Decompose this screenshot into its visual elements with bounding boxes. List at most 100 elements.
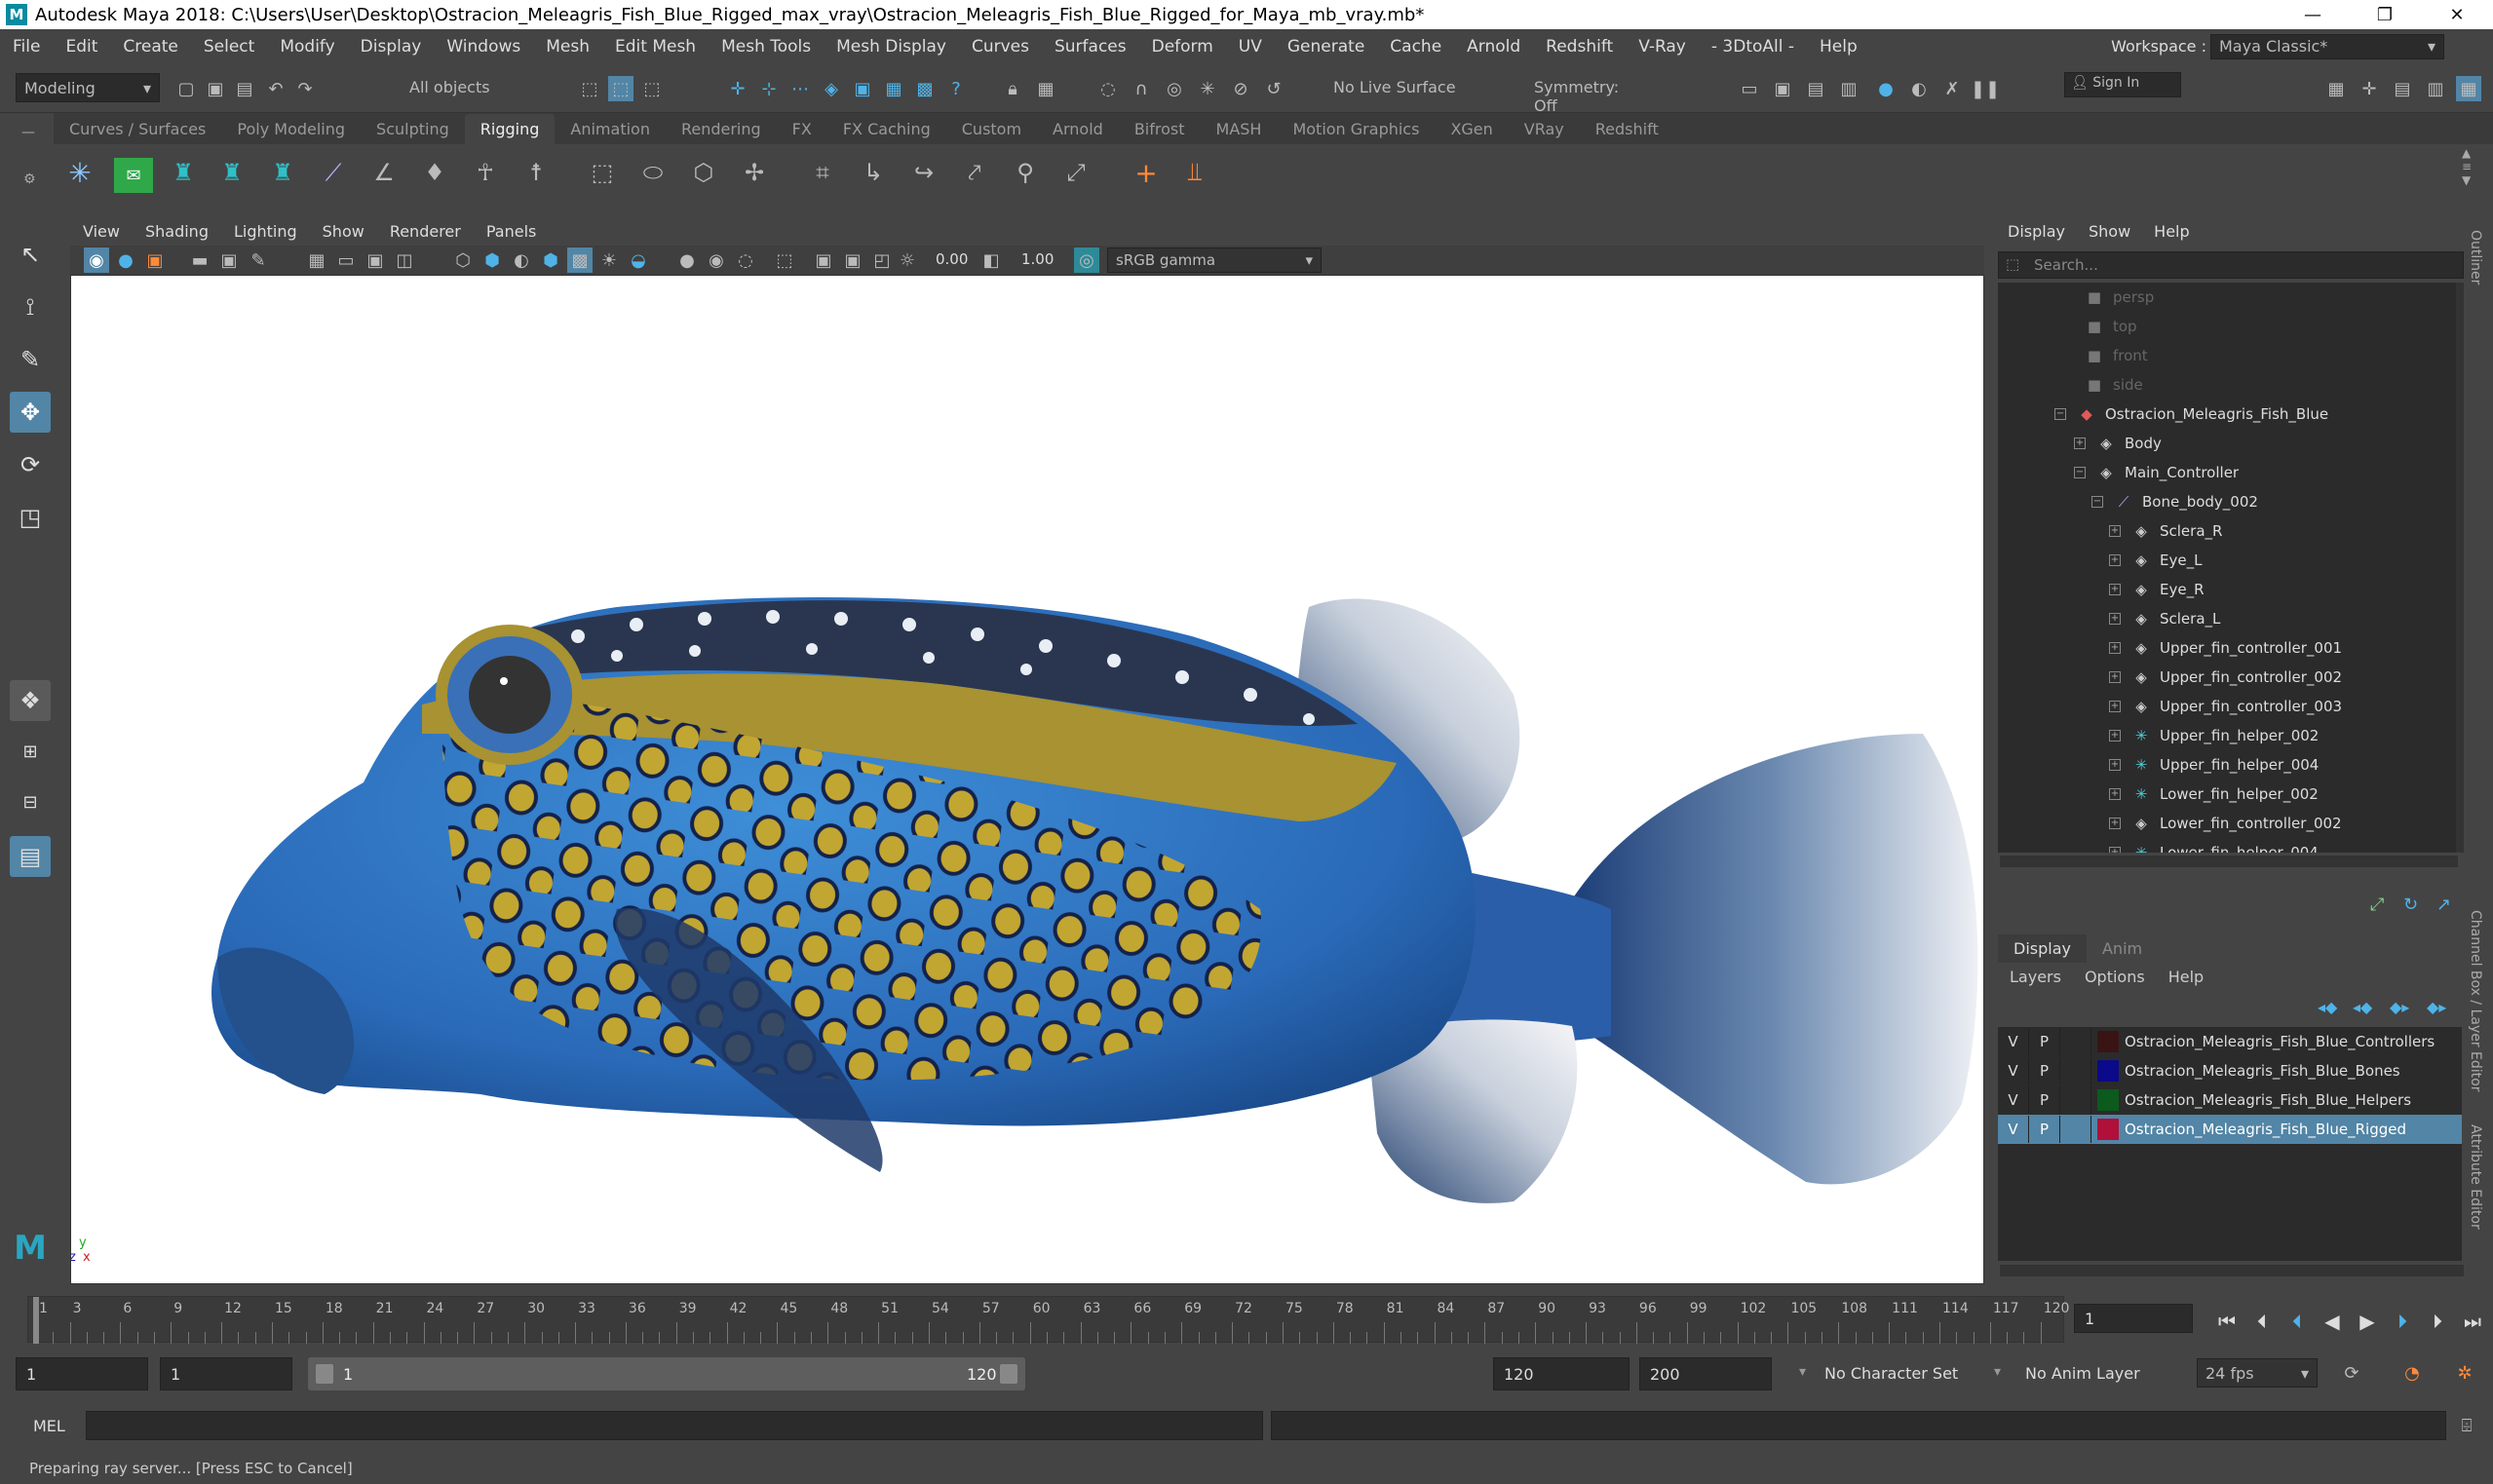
layer-display-type-toggle[interactable]: [2060, 1028, 2091, 1055]
layer-tab-display[interactable]: Display: [1998, 934, 2087, 963]
expand-icon[interactable]: +: [2109, 847, 2121, 853]
outliner-item[interactable]: + ◈ Sclera_L: [2109, 604, 2220, 633]
snap-live-icon[interactable]: ▣: [850, 76, 875, 101]
shelf-tab-vray[interactable]: VRay: [1509, 114, 1580, 144]
shelf-tab-fx-caching[interactable]: FX Caching: [827, 114, 946, 144]
menu-vray[interactable]: V-Ray: [1626, 37, 1699, 57]
close-button[interactable]: ✕: [2421, 0, 2493, 29]
viewport-menu-shading[interactable]: Shading: [133, 222, 221, 241]
move-layer-down-icon[interactable]: ◂◆: [2353, 998, 2372, 1016]
hypershade-icon[interactable]: ●: [1873, 76, 1899, 101]
go-to-end-icon[interactable]: ⏭: [2460, 1309, 2485, 1334]
shelf-tab-fx[interactable]: FX: [777, 114, 827, 144]
shelf-tab-bifrost[interactable]: Bifrost: [1119, 114, 1201, 144]
expand-icon[interactable]: +: [2109, 730, 2121, 742]
textured-icon[interactable]: ⬢: [538, 247, 563, 273]
depth-of-field-icon[interactable]: ◌: [733, 247, 758, 273]
layer-row[interactable]: V P Ostracion_Meleagris_Fish_Blue_Controll…: [1998, 1027, 2462, 1056]
select-object-icon[interactable]: ⬚: [608, 76, 633, 101]
layer-menu-help[interactable]: Help: [2157, 968, 2215, 986]
shelf-tab-redshift[interactable]: Redshift: [1580, 114, 1674, 144]
redo-icon[interactable]: ↷: [292, 76, 318, 101]
go-to-start-icon[interactable]: ⏮: [2214, 1309, 2240, 1334]
outliner-item[interactable]: + ✳ Lower_fin_helper_004: [2109, 838, 2319, 853]
workspace-dropdown[interactable]: Maya Classic* ▾: [2210, 34, 2444, 59]
create-joint-icon[interactable]: ✳: [67, 157, 93, 189]
locator-pin-icon[interactable]: ⫫: [1182, 158, 1208, 187]
move-layer-up-icon[interactable]: ◂◆: [2318, 998, 2337, 1016]
bookmark-icon[interactable]: ▣: [142, 247, 168, 273]
playback-start-field[interactable]: 1: [160, 1357, 292, 1390]
expand-icon[interactable]: +: [2109, 671, 2121, 683]
layer-playback-toggle[interactable]: P: [2029, 1116, 2060, 1143]
smooth-bind-icon[interactable]: ⬭: [640, 159, 666, 186]
mel-input[interactable]: [86, 1411, 1263, 1440]
pole-vector-icon[interactable]: ⤢: [1063, 159, 1089, 186]
history-icon[interactable]: ▦: [1033, 76, 1058, 101]
expand-icon[interactable]: +: [2109, 525, 2121, 537]
loop-icon[interactable]: ⟳: [2339, 1360, 2364, 1386]
mel-label[interactable]: MEL: [33, 1417, 65, 1435]
collapse-icon[interactable]: −: [2074, 467, 2086, 478]
toggle-panel-icon[interactable]: ▤: [2390, 76, 2415, 101]
wireframe-icon[interactable]: ⬡: [450, 247, 476, 273]
vray-icon[interactable]: ◐: [1906, 76, 1932, 101]
current-time-indicator[interactable]: [33, 1297, 39, 1344]
shelf-tab-sculpting[interactable]: Sculpting: [361, 114, 465, 144]
menu-modify[interactable]: Modify: [267, 37, 347, 57]
mirror-joint-icon[interactable]: ✉: [114, 158, 153, 193]
outliner-item[interactable]: − ◈ Main_Controller: [2074, 458, 2239, 487]
viewport-menu-renderer[interactable]: Renderer: [377, 222, 474, 241]
outliner-item[interactable]: ■ persp: [2084, 283, 2154, 312]
menu-mesh[interactable]: Mesh: [533, 37, 602, 57]
reflect-icon[interactable]: ↺: [1261, 76, 1286, 101]
shelf-tab-rigging[interactable]: Rigging: [464, 114, 556, 144]
motion-blur-icon[interactable]: ●: [674, 247, 700, 273]
outliner-search-input[interactable]: Search...: [1998, 251, 2464, 279]
expand-icon[interactable]: +: [2109, 818, 2121, 829]
outliner-menu-display[interactable]: Display: [1996, 222, 2077, 241]
layer-color-swatch[interactable]: [2097, 1089, 2119, 1111]
shelf-tab-xgen[interactable]: XGen: [1435, 114, 1508, 144]
menu-edit-mesh[interactable]: Edit Mesh: [602, 37, 709, 57]
shelf-tab-poly-modeling[interactable]: Poly Modeling: [221, 114, 361, 144]
menu-cache[interactable]: Cache: [1377, 37, 1454, 57]
rotate-tool-icon[interactable]: ⟳: [10, 444, 51, 485]
viewport-persp[interactable]: y z x: [70, 275, 1984, 1284]
orient-constraint-icon[interactable]: ⤤: [962, 159, 987, 186]
refresh-icon[interactable]: ↻: [2403, 894, 2418, 915]
camera-attributes-icon[interactable]: ●: [113, 247, 138, 273]
lattice-icon[interactable]: ⬡: [691, 159, 716, 186]
outliner-item[interactable]: ■ front: [2084, 341, 2148, 370]
menu-curves[interactable]: Curves: [959, 37, 1042, 57]
anim-layer-dropdown[interactable]: No Anim Layer: [2025, 1364, 2171, 1383]
snap-surface-icon[interactable]: ▦: [881, 76, 906, 101]
step-forward-frame-icon[interactable]: ⏵: [2390, 1309, 2415, 1334]
outliner-item[interactable]: + ◈ Eye_L: [2109, 546, 2202, 575]
shelf-tab-motion-graphics[interactable]: Motion Graphics: [1277, 114, 1435, 144]
outliner-horizontal-scrollbar[interactable]: [2000, 856, 2458, 867]
outliner-item[interactable]: + ✳ Upper_fin_helper_004: [2109, 750, 2319, 780]
toggle-panel-icon[interactable]: ▦: [2456, 76, 2481, 101]
xray-active-icon[interactable]: ◰: [869, 247, 895, 273]
outliner-item[interactable]: + ◈ Upper_fin_controller_002: [2109, 663, 2342, 692]
layout-outliner-icon[interactable]: ▤: [10, 836, 51, 877]
vray-ipr-icon[interactable]: ✗: [1939, 76, 1965, 101]
move-tool-icon[interactable]: ✥: [10, 392, 51, 433]
render-settings-icon[interactable]: ▥: [1836, 76, 1861, 101]
outliner-item[interactable]: + ◈ Upper_fin_controller_003: [2109, 692, 2342, 721]
layer-row[interactable]: V P Ostracion_Meleagris_Fish_Blue_Rigged: [1998, 1115, 2462, 1144]
timeline-track[interactable]: 1 3 6 9 12 15 18 21 24 27 30 33 36 39 42 45 48 51 54 57 60 63…: [27, 1296, 2069, 1344]
antialias-icon[interactable]: ◉: [704, 247, 729, 273]
menu-help[interactable]: Help: [1807, 37, 1870, 57]
new-layer-selected-icon[interactable]: ◆▸: [2427, 998, 2446, 1016]
grid-icon[interactable]: ▦: [304, 247, 329, 273]
selection-mask-dropdown[interactable]: All objects: [402, 73, 557, 102]
layer-visibility-toggle[interactable]: V: [1998, 1057, 2029, 1084]
layer-menu-layers[interactable]: Layers: [1998, 968, 2073, 986]
menu-generate[interactable]: Generate: [1275, 37, 1377, 57]
play-forward-icon[interactable]: ▶: [2355, 1309, 2380, 1334]
layer-playback-toggle[interactable]: P: [2029, 1028, 2060, 1055]
layer-visibility-toggle[interactable]: V: [1998, 1028, 2029, 1055]
expand-icon[interactable]: +: [2074, 438, 2086, 449]
